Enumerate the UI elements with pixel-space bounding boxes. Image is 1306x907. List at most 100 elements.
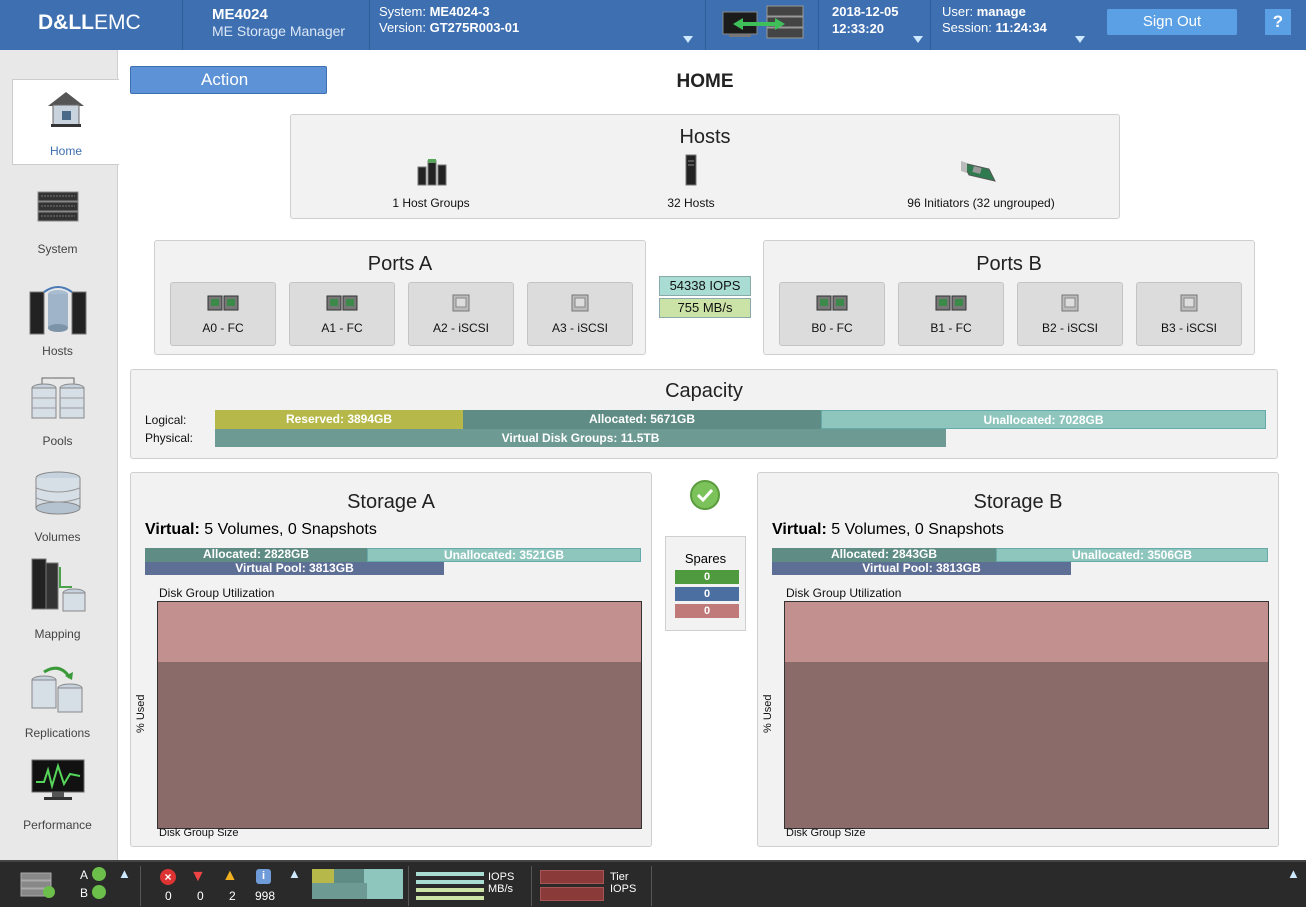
unallocated-bar[interactable]: Unallocated: 7028GB (821, 410, 1266, 429)
unallocated-bar[interactable]: Unallocated: 3506GB (996, 548, 1268, 562)
storage-a-title: Storage A (347, 491, 435, 513)
product-info: ME4024 ME Storage Manager (212, 6, 345, 40)
capacity-mini-bar[interactable] (312, 869, 403, 899)
port-b3[interactable]: B3 - iSCSI (1136, 282, 1242, 346)
critical-warning-icon[interactable]: ▼ (190, 868, 206, 886)
pools-icon (30, 374, 86, 424)
util-label: Disk Group Utilization (159, 586, 275, 600)
initiator-icon (959, 159, 999, 190)
user-dropdown-icon[interactable] (1075, 36, 1085, 43)
product-model: ME4024 (212, 6, 268, 23)
hosts-panel[interactable]: Hosts 1 Host Groups 32 Hosts 96 Initiato… (290, 114, 1120, 219)
dell-emc-logo: D&LLEMC (38, 11, 141, 34)
enclosure-icon[interactable] (717, 4, 807, 44)
disk-group-utilization-chart[interactable] (784, 601, 1269, 829)
mbs-label: MB/s (488, 883, 514, 895)
y-axis-label: % Used (135, 694, 147, 733)
port-a0[interactable]: A0 - FC (170, 282, 276, 346)
storage-a-panel: Storage A Virtual: 5 Volumes, 0 Snapshot… (130, 472, 652, 847)
physical-label: Physical: (145, 431, 194, 445)
reserved-bar[interactable]: Reserved: 3894GB (215, 410, 463, 429)
allocated-bar[interactable]: Allocated: 5671GB (463, 410, 821, 429)
virtual-summary: Virtual: 5 Volumes, 0 Snapshots (772, 521, 1004, 538)
mbs-readout[interactable]: 755 MB/s (659, 298, 751, 318)
user-info[interactable]: User: manage Session: 11:24:34 (942, 5, 1047, 35)
controller-b-label: B (80, 886, 89, 900)
iops-readout[interactable]: 54338 IOPS (659, 276, 751, 296)
expand-up-icon[interactable]: ▲ (288, 866, 301, 881)
controller-b-ok-icon[interactable] (92, 885, 106, 899)
iscsi-port-icon (1061, 293, 1079, 318)
date: 2018-12-05 (832, 4, 899, 19)
sidebar-item-system[interactable]: System (10, 176, 105, 262)
version: GT275R003-01 (429, 20, 520, 35)
system-info[interactable]: System: ME4024-3 Version: GT275R003-01 (379, 5, 519, 35)
replications-icon (30, 664, 86, 714)
ports-b-title: Ports B (976, 253, 1042, 275)
controller-a-ok-icon[interactable] (92, 867, 106, 881)
info-count: 998 (255, 889, 276, 903)
expand-up-icon[interactable]: ▲ (118, 866, 131, 881)
sidebar-item-hosts[interactable]: Hosts (10, 272, 105, 358)
sidebar-item-replications[interactable]: Replications (10, 654, 105, 740)
sidebar-item-label: Volumes (34, 530, 81, 544)
allocated-bar[interactable]: Allocated: 2843GB (772, 548, 996, 562)
sidebar-item-volumes[interactable]: Volumes (10, 464, 105, 550)
error-icon[interactable]: × (160, 869, 176, 885)
port-label: B0 - FC (811, 321, 853, 335)
host-groups-count[interactable]: 1 Host Groups (351, 196, 511, 210)
session-time: 11:24:34 (995, 20, 1047, 35)
y-axis-label: % Used (762, 694, 774, 733)
port-b0[interactable]: B0 - FC (779, 282, 885, 346)
port-label: A2 - iSCSI (432, 321, 489, 335)
initiators-count[interactable]: 96 Initiators (32 ungrouped) (871, 196, 1091, 210)
action-button[interactable]: Action (130, 66, 327, 94)
virtual-disk-groups-bar[interactable]: Virtual Disk Groups: 11.5TB (215, 429, 946, 447)
help-button[interactable]: ? (1265, 9, 1291, 35)
mapping-icon (30, 557, 86, 617)
volumes-icon (33, 470, 83, 516)
sidebar-item-label: Performance (23, 818, 92, 832)
port-b1[interactable]: B1 - FC (898, 282, 1004, 346)
status-ok-icon[interactable] (689, 479, 721, 516)
port-b2[interactable]: B2 - iSCSI (1017, 282, 1123, 346)
port-label: A3 - iSCSI (551, 321, 608, 335)
port-a2[interactable]: A2 - iSCSI (408, 282, 514, 346)
tier-mini-graph[interactable] (540, 868, 604, 902)
port-a1[interactable]: A1 - FC (289, 282, 395, 346)
hosts-icon (28, 282, 88, 336)
sign-out-button[interactable]: Sign Out (1107, 9, 1237, 35)
spares-value: 0 (675, 604, 739, 618)
disk-group-utilization-chart[interactable] (157, 601, 642, 829)
system-name: ME4024-3 (429, 4, 490, 19)
unallocated-bar[interactable]: Unallocated: 3521GB (367, 548, 641, 562)
warning-icon[interactable]: ▲ (222, 867, 238, 885)
sidebar-item-performance[interactable]: Performance (10, 750, 105, 836)
sidebar-item-label: System (37, 242, 78, 256)
allocated-bar[interactable]: Allocated: 2828GB (145, 548, 367, 562)
expand-up-icon[interactable]: ▲ (1287, 866, 1300, 881)
info-icon[interactable]: i (256, 869, 271, 884)
virtual-pool-bar[interactable]: Virtual Pool: 3813GB (772, 562, 1071, 575)
port-label: A0 - FC (202, 321, 244, 335)
system-status-icon[interactable] (20, 870, 56, 903)
system-dropdown-icon[interactable] (683, 36, 693, 43)
virtual-pool-bar[interactable]: Virtual Pool: 3813GB (145, 562, 444, 575)
spares-value: 0 (675, 570, 739, 584)
sidebar-item-label: Replications (24, 726, 91, 740)
host-icon (684, 153, 698, 192)
sidebar-item-label: Mapping (34, 627, 81, 641)
sidebar-item-home[interactable]: Home (12, 79, 119, 165)
spares-panel[interactable]: Spares 0 0 0 (665, 536, 746, 631)
util-label: Disk Group Utilization (786, 586, 902, 600)
hosts-count[interactable]: 32 Hosts (631, 196, 751, 210)
port-a3[interactable]: A3 - iSCSI (527, 282, 633, 346)
date-time[interactable]: 2018-12-05 12:33:20 (832, 5, 899, 36)
capacity-panel[interactable]: Capacity Logical: Physical: Reserved: 38… (130, 369, 1278, 459)
sidebar-item-pools[interactable]: Pools (10, 368, 105, 454)
datetime-dropdown-icon[interactable] (913, 36, 923, 43)
system-icon (36, 182, 80, 226)
sidebar-item-mapping[interactable]: Mapping (10, 555, 105, 641)
tier-iops-label: IOPS (610, 883, 637, 895)
iops-mini-graph[interactable] (416, 870, 484, 900)
